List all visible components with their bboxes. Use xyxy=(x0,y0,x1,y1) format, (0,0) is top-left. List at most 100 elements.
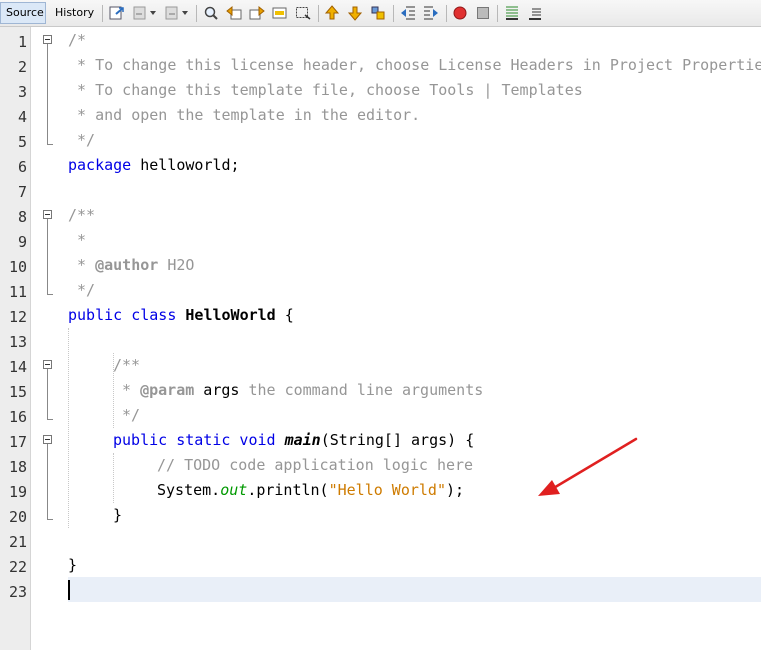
toolbar-separator xyxy=(102,5,103,22)
code-line-14: /** xyxy=(113,356,141,374)
fold-line xyxy=(47,44,48,144)
tab-source[interactable]: Source xyxy=(0,2,46,24)
keyword: package xyxy=(68,156,132,174)
forward-dropdown-icon[interactable] xyxy=(180,4,190,22)
code-line-12: public class HelloWorld { xyxy=(68,303,294,328)
fold-end xyxy=(47,419,53,420)
stop-macro-icon[interactable] xyxy=(474,4,492,22)
toolbar-separator xyxy=(446,5,447,22)
annotation-arrow-icon xyxy=(538,437,638,496)
find-next-icon[interactable] xyxy=(248,4,266,22)
back-dropdown-icon[interactable] xyxy=(148,4,158,22)
shift-left-icon[interactable] xyxy=(399,4,417,22)
line-number: 2 xyxy=(17,58,27,76)
line-number: 10 xyxy=(8,258,27,276)
editor-toolbar: Source History xyxy=(0,0,761,27)
static-field: out xyxy=(220,481,248,499)
find-selection-icon[interactable] xyxy=(202,4,220,22)
code-line-22: } xyxy=(68,556,78,574)
toolbar-separator xyxy=(318,5,319,22)
line-number: 17 xyxy=(8,433,27,451)
comment-text: the command line arguments xyxy=(239,381,484,399)
comment-text: * xyxy=(113,381,141,399)
indent-guide xyxy=(68,328,69,528)
line-number: 22 xyxy=(8,558,27,576)
line-number: 3 xyxy=(17,83,27,101)
keyword: public class xyxy=(68,306,177,324)
javadoc-tag: @param xyxy=(140,381,195,399)
code-line-6: package helloworld; xyxy=(68,153,240,178)
comment-text: * xyxy=(68,256,96,274)
line-number: 13 xyxy=(8,333,27,351)
line-number-gutter: 1 2 3 4 5 6 7 8 9 10 11 12 13 14 15 16 1… xyxy=(0,27,31,650)
code-line-17: public static void main(String[] args) { xyxy=(113,428,474,453)
code-text: (String[] args) { xyxy=(320,431,475,449)
line-number: 7 xyxy=(17,183,27,201)
toolbar-separator xyxy=(196,5,197,22)
method-name: main xyxy=(284,431,321,449)
fold-toggle-icon[interactable] xyxy=(43,360,52,369)
param-name: args xyxy=(194,381,240,399)
fold-toggle-icon[interactable] xyxy=(43,35,52,44)
code-line-18: // TODO code application logic here xyxy=(157,456,474,474)
line-number: 5 xyxy=(17,133,27,151)
toggle-rect-select-icon[interactable] xyxy=(294,4,312,22)
previous-bookmark-icon[interactable] xyxy=(323,4,341,22)
string-literal: "Hello World" xyxy=(328,481,446,499)
fold-end xyxy=(47,144,53,145)
line-number: 18 xyxy=(8,458,27,476)
fold-line xyxy=(47,444,48,519)
current-line-highlight xyxy=(68,577,761,602)
code-text: ); xyxy=(446,481,465,499)
line-number: 6 xyxy=(17,158,27,176)
fold-end xyxy=(47,294,53,295)
code-line-3: * To change this template file, choose T… xyxy=(68,81,583,99)
code-line-10: * @author H2O xyxy=(68,253,194,278)
back-icon[interactable] xyxy=(131,4,149,22)
last-edit-icon[interactable] xyxy=(108,4,126,22)
code-line-20: } xyxy=(113,506,123,524)
code-line-16: */ xyxy=(113,406,141,424)
toggle-highlight-icon[interactable] xyxy=(271,4,289,22)
shift-right-icon[interactable] xyxy=(422,4,440,22)
code-line-9: * xyxy=(68,231,87,249)
line-number: 11 xyxy=(8,283,27,301)
code-text: .println( xyxy=(247,481,329,499)
code-line-15: * @param args the command line arguments xyxy=(113,378,483,403)
line-number: 14 xyxy=(8,358,27,376)
comment-icon[interactable] xyxy=(503,4,521,22)
code-line-1: /* xyxy=(68,31,87,49)
line-number: 19 xyxy=(8,483,27,501)
line-number: 12 xyxy=(8,308,27,326)
line-number: 21 xyxy=(8,533,27,551)
fold-toggle-icon[interactable] xyxy=(43,435,52,444)
class-name: HelloWorld xyxy=(185,306,276,324)
line-number: 8 xyxy=(17,208,27,226)
next-bookmark-icon[interactable] xyxy=(346,4,364,22)
code-text: helloworld; xyxy=(131,156,240,174)
code-text: System. xyxy=(157,481,221,499)
start-macro-icon[interactable] xyxy=(451,4,469,22)
line-number: 16 xyxy=(8,408,27,426)
indent-guide xyxy=(113,453,114,503)
code-line-4: * and open the template in the editor. xyxy=(68,106,421,124)
forward-icon[interactable] xyxy=(163,4,181,22)
line-number: 4 xyxy=(17,108,27,126)
line-number: 1 xyxy=(17,33,27,51)
fold-toggle-icon[interactable] xyxy=(43,210,52,219)
line-number: 9 xyxy=(17,233,27,251)
code-line-8: /** xyxy=(68,206,96,224)
fold-end xyxy=(47,519,53,520)
javadoc-tag: @author xyxy=(95,256,159,274)
code-line-5: */ xyxy=(68,131,96,149)
toggle-bookmark-icon[interactable] xyxy=(369,4,387,22)
tab-history[interactable]: History xyxy=(50,2,96,24)
line-number: 15 xyxy=(8,383,27,401)
uncomment-icon[interactable] xyxy=(526,4,544,22)
comment-text: H2O xyxy=(158,256,195,274)
text-caret xyxy=(68,580,70,600)
toolbar-separator xyxy=(393,5,394,22)
keyword: public static void xyxy=(113,431,276,449)
code-line-11: */ xyxy=(68,281,96,299)
find-previous-icon[interactable] xyxy=(225,4,243,22)
